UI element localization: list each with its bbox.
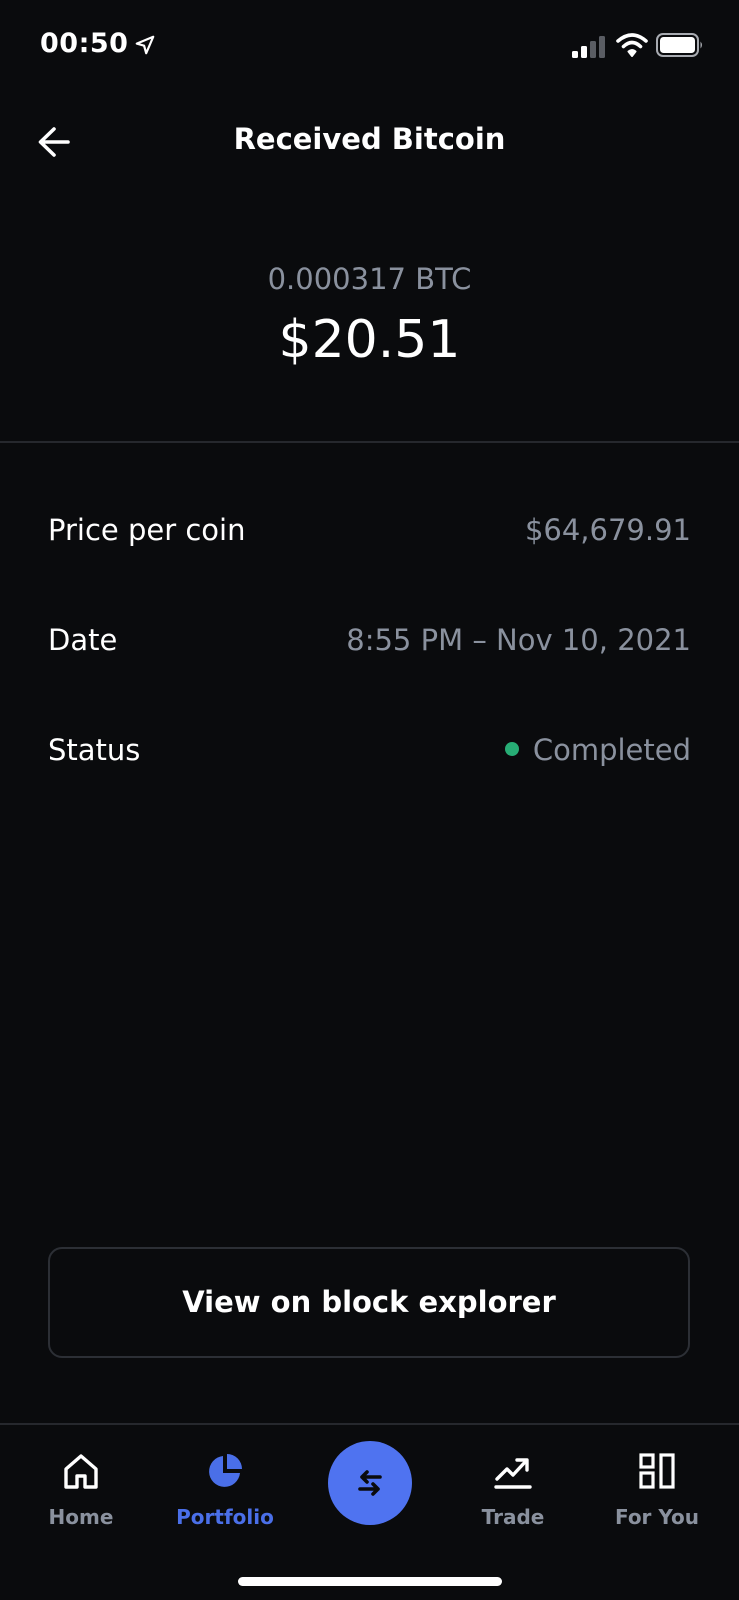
tab-portfolio[interactable]: Portfolio xyxy=(160,1451,290,1551)
detail-label: Price per coin xyxy=(48,513,246,547)
header: Received Bitcoin xyxy=(0,100,739,180)
fiat-amount: $20.51 xyxy=(278,310,461,370)
crypto-amount: 0.000317 BTC xyxy=(267,262,472,296)
home-indicator xyxy=(238,1577,502,1586)
detail-value: 8:55 PM – Nov 10, 2021 xyxy=(346,623,691,657)
swap-arrows-icon xyxy=(358,1470,382,1496)
trade-action-button[interactable] xyxy=(328,1441,412,1525)
tab-trade[interactable]: Trade xyxy=(448,1451,578,1551)
divider xyxy=(0,441,739,443)
tab-label: Trade xyxy=(481,1505,545,1529)
tab-for-you[interactable]: For You xyxy=(592,1451,722,1551)
battery-icon xyxy=(656,33,702,57)
location-arrow-icon xyxy=(135,35,155,55)
tab-label: Portfolio xyxy=(176,1505,274,1529)
tab-home[interactable]: Home xyxy=(16,1451,146,1551)
view-block-explorer-button[interactable]: View on block explorer xyxy=(48,1247,690,1358)
detail-row-price: Price per coin $64,679.91 xyxy=(48,513,691,553)
page-title: Received Bitcoin xyxy=(233,122,506,156)
detail-label: Date xyxy=(48,623,118,657)
status-text: Completed xyxy=(532,733,691,767)
wifi-icon xyxy=(616,33,648,57)
tab-label: For You xyxy=(614,1505,700,1529)
tab-label: Home xyxy=(48,1505,114,1529)
detail-row-status: Status Completed xyxy=(48,733,691,773)
detail-label: Status xyxy=(48,733,141,767)
status-bar: 00:50 xyxy=(0,0,739,96)
tab-bar: Home Portfolio Trade For You xyxy=(0,1425,739,1600)
cellular-signal-icon xyxy=(572,36,605,58)
trending-up-icon xyxy=(494,1458,532,1489)
status-time: 00:50 xyxy=(40,28,129,59)
detail-row-date: Date 8:55 PM – Nov 10, 2021 xyxy=(48,623,691,663)
status-value: Completed xyxy=(504,733,691,767)
grid-layout-icon xyxy=(639,1453,675,1489)
pie-chart-icon xyxy=(209,1454,242,1487)
home-icon xyxy=(64,1454,98,1489)
status-dot-icon xyxy=(504,742,519,756)
detail-value: $64,679.91 xyxy=(524,513,691,547)
